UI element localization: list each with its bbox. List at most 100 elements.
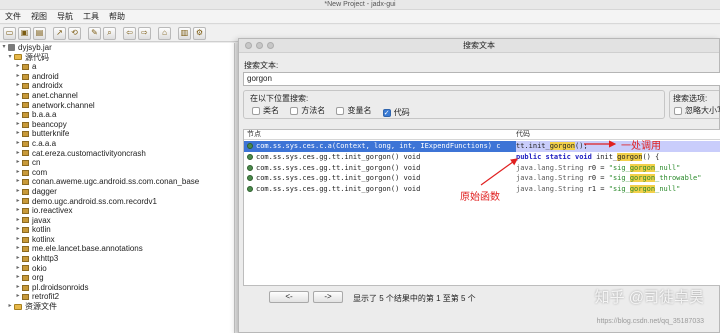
package-icon [22, 92, 29, 99]
expand-toggle-icon[interactable]: ▸ [14, 273, 22, 283]
export-icon[interactable]: ↗ [53, 26, 66, 40]
menu-tools[interactable]: 工具 [83, 10, 99, 23]
expand-toggle-icon[interactable]: ▸ [6, 302, 14, 312]
menu-view[interactable]: 视图 [31, 10, 47, 23]
results-status: 显示了 5 个结果中的第 1 至第 5 个 [353, 294, 476, 303]
search-icon[interactable]: ✎ [88, 26, 101, 40]
expand-toggle-icon[interactable]: ▸ [14, 292, 22, 302]
expand-toggle-icon[interactable]: ▸ [14, 225, 22, 235]
expand-toggle-icon[interactable]: ▸ [14, 91, 22, 101]
tree-source-folder[interactable]: ▾ 源代码 [0, 53, 234, 63]
expand-toggle-icon[interactable]: ▸ [14, 235, 22, 245]
tree-package-item[interactable]: ▸ c.a.a.a [0, 139, 234, 149]
tree-package-item[interactable]: ▸ okhttp3 [0, 254, 234, 264]
expand-toggle-icon[interactable]: ▸ [14, 62, 22, 72]
tree-package-item[interactable]: ▸ okio [0, 264, 234, 274]
expand-toggle-icon[interactable]: ▸ [14, 264, 22, 274]
tree-package-item[interactable]: ▸ org [0, 273, 234, 283]
expand-toggle-icon[interactable]: ▸ [14, 197, 22, 207]
tree-package-item[interactable]: ▸ android [0, 72, 234, 82]
tree-package-item[interactable]: ▸ cn [0, 158, 234, 168]
expand-toggle-icon[interactable]: ▸ [14, 139, 22, 149]
previous-page-button[interactable]: <- [269, 291, 309, 303]
tree-package-item[interactable]: ▸ cat.ereza.customactivityoncrash [0, 149, 234, 159]
tree-package-item[interactable]: ▸ kotlinx [0, 235, 234, 245]
package-icon [22, 63, 29, 70]
tree-package-label: me.ele.lancet.base.annotations [32, 244, 143, 254]
tree-root[interactable]: ▾ dyjsyb.jar [0, 43, 234, 53]
tree-package-item[interactable]: ▸ conan.aweme.ugc.android.ss.com.conan_ba… [0, 177, 234, 187]
expand-toggle-icon[interactable]: ▸ [14, 283, 22, 293]
menu-navigation[interactable]: 导航 [57, 10, 73, 23]
expand-toggle-icon[interactable]: ▸ [14, 216, 22, 226]
tree-resources-folder-label: 资源文件 [25, 302, 57, 312]
expand-toggle-icon[interactable]: ▾ [0, 43, 8, 53]
package-icon [22, 169, 29, 176]
expand-toggle-icon[interactable]: ▾ [6, 53, 14, 63]
tree-package-item[interactable]: ▸ a [0, 62, 234, 72]
forward-icon[interactable]: ⇨ [138, 26, 151, 40]
expand-toggle-icon[interactable]: ▸ [14, 168, 22, 178]
tree-package-item[interactable]: ▸ butterknife [0, 129, 234, 139]
tree-package-item[interactable]: ▸ anetwork.channel [0, 101, 234, 111]
folder-icon [14, 54, 22, 61]
deobfuscation-icon[interactable]: ⌂ [158, 26, 171, 40]
save-all-icon[interactable]: ▤ [33, 26, 46, 40]
menu-file[interactable]: 文件 [5, 10, 21, 23]
tree-package-item[interactable]: ▸ com [0, 168, 234, 178]
next-page-button[interactable]: -> [313, 291, 343, 303]
tree-package-item[interactable]: ▸ dagger [0, 187, 234, 197]
package-list: ▸ a ▸ android ▸ androidx ▸ anet.channel ▸ anetwor… [0, 62, 234, 302]
original-function-arrow [480, 158, 518, 186]
expand-toggle-icon[interactable]: ▸ [14, 129, 22, 139]
open-folder-icon[interactable]: ▭ [3, 26, 16, 40]
tree-package-item[interactable]: ▸ demo.ugc.android.ss.com.recordv1 [0, 197, 234, 207]
tree-package-label: pl.droidsonroids [32, 282, 89, 292]
tree-package-label: retrofit2 [32, 292, 60, 302]
expand-toggle-icon[interactable]: ▸ [14, 149, 22, 159]
expand-toggle-icon[interactable]: ▸ [14, 120, 22, 130]
package-icon [22, 246, 29, 253]
watermark-url: https://blog.csdn.net/qq_35187033 [596, 318, 704, 325]
package-icon [22, 83, 29, 90]
tree-package-item[interactable]: ▸ me.ele.lancet.base.annotations [0, 244, 234, 254]
expand-toggle-icon[interactable]: ▸ [14, 81, 22, 91]
tree-package-item[interactable]: ▸ javax [0, 216, 234, 226]
watermark-text: 知乎 @司徒卓昊 [594, 289, 704, 306]
package-icon [22, 265, 29, 272]
expand-toggle-icon[interactable]: ▸ [14, 110, 22, 120]
window-title: *New Project - jadx-gui [0, 0, 720, 10]
expand-toggle-icon[interactable]: ▸ [14, 254, 22, 264]
tree-package-label: demo.ugc.android.ss.com.recordv1 [32, 196, 157, 206]
tree-resources-folder[interactable]: ▸ 资源文件 [0, 302, 234, 312]
tree-package-label: okio [32, 263, 47, 273]
expand-toggle-icon[interactable]: ▸ [14, 158, 22, 168]
settings-icon[interactable]: ⚙ [193, 26, 206, 40]
sync-icon[interactable]: ⟲ [68, 26, 81, 40]
expand-toggle-icon[interactable]: ▸ [14, 177, 22, 187]
tree-package-item[interactable]: ▸ kotlin [0, 225, 234, 235]
tree-package-item[interactable]: ▸ io.reactivex [0, 206, 234, 216]
tree-package-label: androidx [32, 81, 63, 91]
expand-toggle-icon[interactable]: ▸ [14, 244, 22, 254]
expand-toggle-icon[interactable]: ▸ [14, 72, 22, 82]
tree-package-item[interactable]: ▸ beancopy [0, 120, 234, 130]
find-class-icon[interactable]: ⌕ [103, 26, 116, 40]
jar-icon [8, 44, 15, 52]
expand-toggle-icon[interactable]: ▸ [14, 101, 22, 111]
back-icon[interactable]: ⇦ [123, 26, 136, 40]
package-icon [22, 207, 29, 214]
tree-package-item[interactable]: ▸ b.a.a.a [0, 110, 234, 120]
tree-package-item[interactable]: ▸ anet.channel [0, 91, 234, 101]
expand-toggle-icon[interactable]: ▸ [14, 206, 22, 216]
save-icon[interactable]: ▣ [18, 26, 31, 40]
menu-help[interactable]: 帮助 [109, 10, 125, 23]
tree-package-label: conan.aweme.ugc.android.ss.com.conan_bas… [32, 177, 200, 187]
log-icon[interactable]: ▥ [178, 26, 191, 40]
tree-package-item[interactable]: ▸ androidx [0, 81, 234, 91]
tree-package-item[interactable]: ▸ retrofit2 [0, 292, 234, 302]
tree-package-item[interactable]: ▸ pl.droidsonroids [0, 283, 234, 293]
expand-toggle-icon[interactable]: ▸ [14, 187, 22, 197]
package-icon [22, 188, 29, 195]
tree-package-label: beancopy [32, 119, 67, 129]
